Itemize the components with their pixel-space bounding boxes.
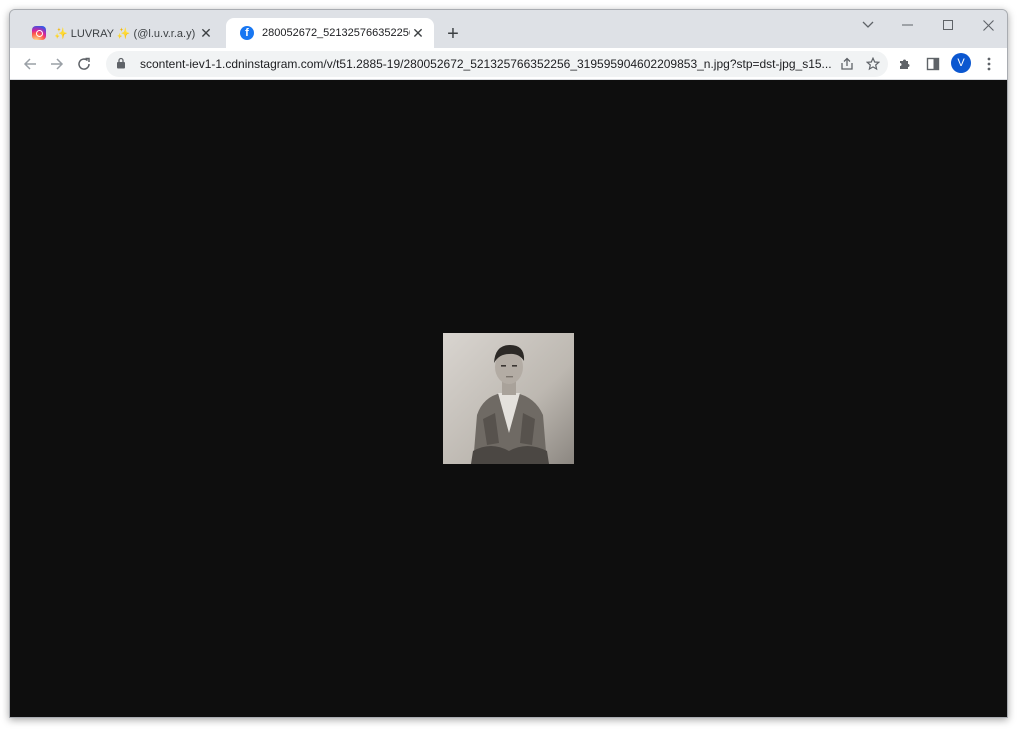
share-icon[interactable] <box>836 53 858 75</box>
maximize-button[interactable] <box>933 14 963 36</box>
lock-icon[interactable] <box>116 57 130 71</box>
new-tab-button[interactable]: + <box>442 23 464 45</box>
close-tab-icon[interactable]: ✕ <box>410 25 426 41</box>
portrait-illustration <box>443 333 574 464</box>
side-panel-icon[interactable] <box>922 53 944 75</box>
tab-strip: ✨ LUVRAY ✨ (@l.u.v.r.a.y) • Inst ✕ f 280… <box>10 10 1007 48</box>
tab-search-icon[interactable] <box>853 14 883 36</box>
toolbar: scontent-iev1-1.cdninstagram.com/v/t51.2… <box>10 48 1007 80</box>
close-tab-icon[interactable]: ✕ <box>198 25 214 41</box>
url-text[interactable]: scontent-iev1-1.cdninstagram.com/v/t51.2… <box>140 57 836 71</box>
profile-avatar[interactable]: V <box>951 53 971 73</box>
portrait-photo[interactable] <box>443 333 574 464</box>
page-viewport <box>10 80 1007 717</box>
forward-button[interactable] <box>45 52 69 76</box>
back-button[interactable] <box>18 52 42 76</box>
reload-button[interactable] <box>72 52 96 76</box>
minimize-button[interactable] <box>893 14 923 36</box>
instagram-icon <box>32 26 46 40</box>
tab-instagram[interactable]: ✨ LUVRAY ✨ (@l.u.v.r.a.y) • Inst ✕ <box>18 18 222 48</box>
tab-image[interactable]: f 280052672_521325766352256_3 ✕ <box>226 18 434 48</box>
extensions-puzzle-icon[interactable] <box>894 53 916 75</box>
menu-kebab-icon[interactable] <box>978 53 1000 75</box>
facebook-icon: f <box>240 26 254 40</box>
tab-label: 280052672_521325766352256_3 <box>262 27 410 39</box>
bookmark-star-icon[interactable] <box>862 53 884 75</box>
tab-label: ✨ LUVRAY ✨ (@l.u.v.r.a.y) • Inst <box>54 27 198 40</box>
address-bar[interactable]: scontent-iev1-1.cdninstagram.com/v/t51.2… <box>106 51 888 77</box>
browser-window: ✨ LUVRAY ✨ (@l.u.v.r.a.y) • Inst ✕ f 280… <box>9 9 1008 718</box>
close-window-button[interactable] <box>973 14 1003 36</box>
